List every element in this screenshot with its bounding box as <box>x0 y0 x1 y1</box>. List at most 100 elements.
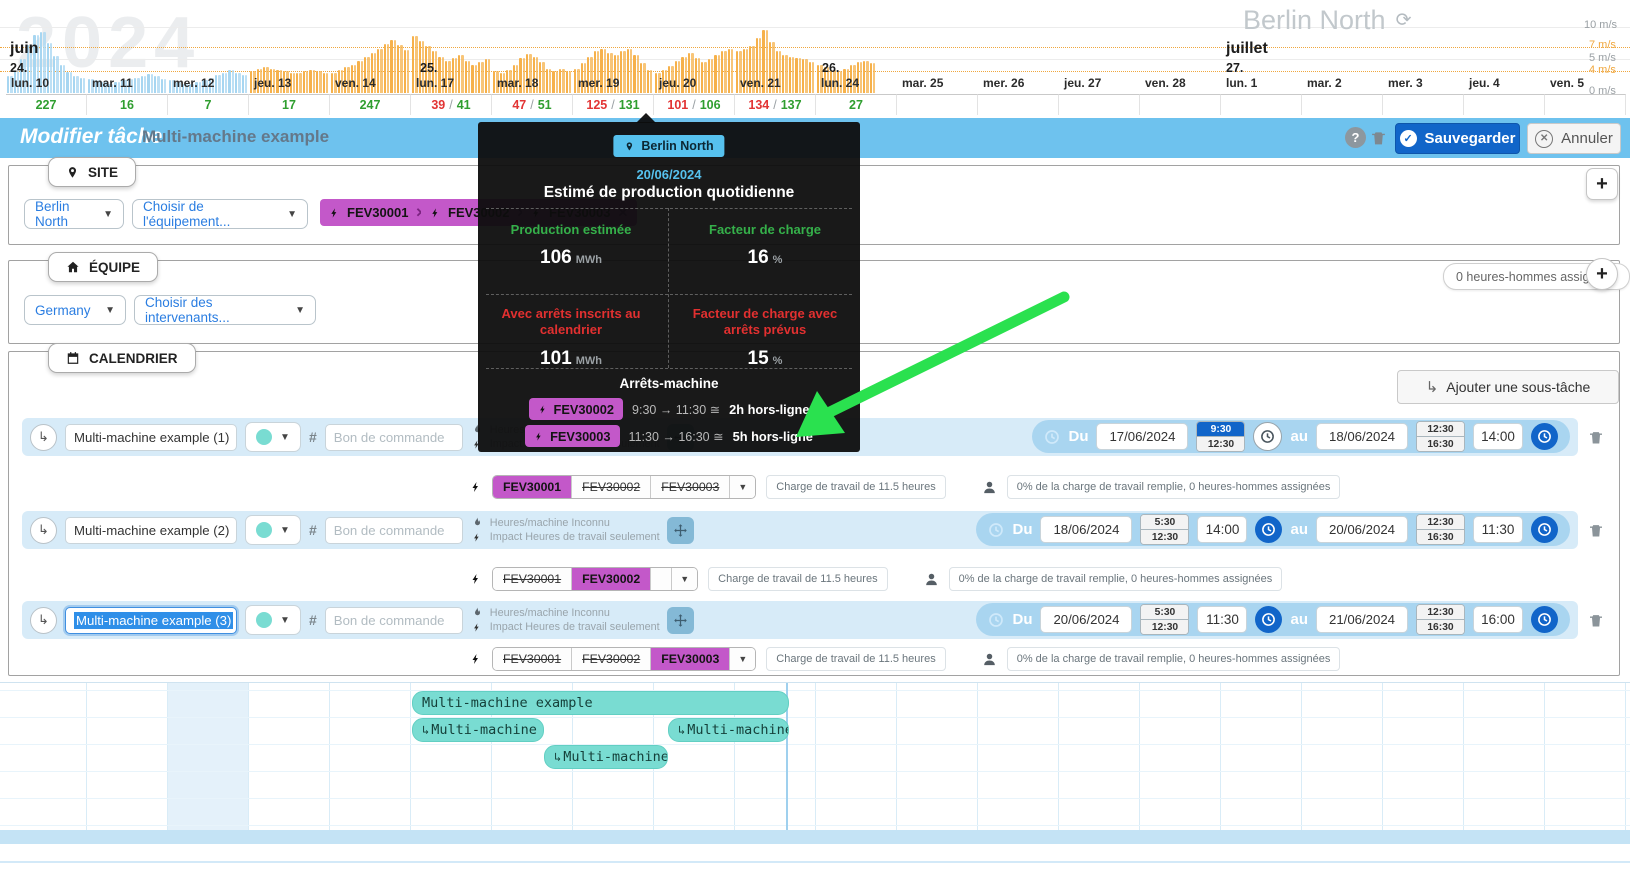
subtask-name-input[interactable]: Multi-machine example (2) <box>65 516 237 544</box>
start-date-input[interactable]: 18/06/2024 <box>1040 516 1133 543</box>
start-quick-times[interactable]: 5:30 12:30 <box>1140 514 1190 545</box>
machine-segment-fev30003[interactable] <box>651 568 673 590</box>
chart-day-column[interactable]: jeu. 20 101/106 <box>654 0 735 115</box>
end-quick-times[interactable]: 12:30 16:30 <box>1416 514 1465 545</box>
subtask-row-3: ↳ Multi-machine example (3) ▼ # Bon de c… <box>22 601 1578 639</box>
save-button[interactable]: ✓ Sauvegarder <box>1395 123 1520 154</box>
gantt-bar-subtask-1[interactable]: ↳ Multi-machine <box>412 718 544 742</box>
subtask-name-input[interactable]: Multi-machine example (1) <box>65 423 237 451</box>
delete-subtask-icon[interactable] <box>1588 612 1604 629</box>
machine-segment-fev30002[interactable]: FEV30002 <box>572 648 652 670</box>
chart-day-column[interactable]: ven. 14 247 <box>330 0 411 115</box>
end-quick-times[interactable]: 12:30 16:30 <box>1416 421 1465 452</box>
machine-stop-row: FEV30002 9:30 → 11:30 ≅ 2h hors-ligne <box>478 398 860 420</box>
lightning-icon <box>536 431 541 441</box>
team-add-button[interactable]: + <box>1586 258 1618 290</box>
color-select[interactable]: ▼ <box>245 605 301 635</box>
refresh-icon[interactable]: ⟳ <box>1396 9 1412 32</box>
machine-line-1: FEV30001 FEV30002 FEV30003 ▼ Charge de t… <box>470 474 1341 500</box>
machine-segment-fev30001[interactable]: FEV30001 <box>493 476 573 498</box>
day-label: mar. 11 <box>92 76 133 90</box>
purchase-order-input[interactable]: Bon de commande <box>324 516 463 544</box>
end-date-input[interactable]: 18/06/2024 <box>1316 423 1408 450</box>
daily-production-value: 16 <box>87 94 168 115</box>
machine-dropdown-caret[interactable]: ▼ <box>730 648 756 670</box>
chart-day-column[interactable]: ven. 21 134/137 <box>735 0 816 115</box>
from-label: Du <box>1068 428 1089 445</box>
chart-day-column[interactable]: jeu. 4 <box>1464 0 1545 115</box>
chart-day-column[interactable]: mer. 12 7 <box>168 0 249 115</box>
start-time-picker-button[interactable] <box>1253 422 1283 451</box>
end-time-picker-button[interactable] <box>1531 423 1558 450</box>
chart-day-column[interactable]: mer. 19 125/131 <box>573 0 654 115</box>
chart-day-column[interactable]: ven. 28 <box>1140 0 1221 115</box>
delete-subtask-icon[interactable] <box>1588 429 1604 446</box>
site-add-button[interactable]: + <box>1586 168 1618 200</box>
task-name-subtitle: Multi-machine example <box>142 127 330 146</box>
machine-segment-fev30001[interactable]: FEV30001 <box>493 568 573 590</box>
po-number-icon: # <box>309 429 317 445</box>
lightning-icon <box>472 482 478 492</box>
chart-day-column[interactable]: mar. 11 16 <box>87 0 168 115</box>
start-time-input[interactable]: 14:00 <box>1197 516 1248 543</box>
gantt-bar-subtask-2[interactable]: ↳ Multi-machine <box>544 745 668 769</box>
start-date-input[interactable]: 17/06/2024 <box>1096 423 1189 450</box>
chart-day-column[interactable]: lun. 24 27 <box>816 0 897 115</box>
color-select[interactable]: ▼ <box>245 422 301 452</box>
gantt-bar-parent-task[interactable]: Multi-machine example <box>412 691 789 715</box>
machine-tag-fev30001[interactable]: FEV30001✕ <box>320 199 436 226</box>
team-select[interactable]: Germany ▼ <box>24 295 126 325</box>
machine-segment-fev30002[interactable]: FEV30002 <box>572 568 652 590</box>
start-time-input[interactable]: 11:30 <box>1197 606 1248 633</box>
machine-segment-fev30003[interactable]: FEV30003 <box>651 648 731 670</box>
week-label-25: 25. <box>420 61 438 75</box>
delete-task-icon[interactable] <box>1370 129 1387 147</box>
move-handle-button[interactable] <box>666 606 694 634</box>
machine-segment-fev30002[interactable]: FEV30002 <box>572 476 652 498</box>
start-quick-times[interactable]: 9:30 12:30 <box>1196 421 1246 452</box>
chart-day-column[interactable]: jeu. 27 <box>1059 0 1140 115</box>
chart-day-column[interactable]: jeu. 13 17 <box>249 0 330 115</box>
equipment-select[interactable]: Choisir de l'équipement... ▼ <box>132 199 308 229</box>
site-select[interactable]: Berlin North ▼ <box>24 199 124 229</box>
chart-day-column[interactable]: mar. 25 <box>897 0 978 115</box>
location-pin-icon <box>626 141 633 150</box>
color-select[interactable]: ▼ <box>245 515 301 545</box>
machine-segment-fev30003[interactable]: FEV30003 <box>651 476 731 498</box>
day-label: ven. 14 <box>335 76 376 90</box>
start-time-picker-button[interactable] <box>1255 516 1283 543</box>
purchase-order-input[interactable]: Bon de commande <box>324 606 463 634</box>
daily-production-value: 134/137 <box>735 94 816 115</box>
machine-segment-fev30001[interactable]: FEV30001 <box>493 648 573 670</box>
subtask-name-input[interactable]: Multi-machine example (3) <box>65 606 237 634</box>
end-date-input[interactable]: 21/06/2024 <box>1316 606 1408 633</box>
machine-stop-row: FEV30003 11:30 → 16:30 ≅ 5h hors-ligne <box>478 425 860 447</box>
end-quick-times[interactable]: 12:30 16:30 <box>1416 604 1465 635</box>
cancel-button[interactable]: ✕ Annuler <box>1527 123 1621 154</box>
gantt-bar-subtask-3[interactable]: ↳ Multi-machine <box>668 718 789 742</box>
end-time-input[interactable]: 16:00 <box>1473 606 1523 633</box>
purchase-order-input[interactable]: Bon de commande <box>324 423 463 451</box>
chart-day-column[interactable]: lun. 17 39/41 <box>411 0 492 115</box>
chart-day-column[interactable]: mer. 26 <box>978 0 1059 115</box>
end-time-input[interactable]: 14:00 <box>1473 423 1523 450</box>
end-time-picker-button[interactable] <box>1531 606 1558 633</box>
people-select[interactable]: Choisir des intervenants... ▼ <box>134 295 316 325</box>
end-time-picker-button[interactable] <box>1531 516 1558 543</box>
start-quick-times[interactable]: 5:30 12:30 <box>1140 604 1190 635</box>
help-icon[interactable]: ? <box>1345 127 1366 148</box>
day-label: mer. 3 <box>1388 76 1423 90</box>
start-time-picker-button[interactable] <box>1255 606 1283 633</box>
chart-day-column[interactable]: mar. 18 47/51 <box>492 0 573 115</box>
end-date-input[interactable]: 20/06/2024 <box>1316 516 1408 543</box>
start-date-input[interactable]: 20/06/2024 <box>1040 606 1133 633</box>
move-handle-button[interactable] <box>666 516 694 544</box>
delete-subtask-icon[interactable] <box>1588 522 1604 539</box>
machine-dropdown-caret[interactable]: ▼ <box>672 568 698 590</box>
daily-production-value: 39/41 <box>411 94 492 115</box>
bottom-scroll-band[interactable] <box>0 830 1630 844</box>
station-title[interactable]: Berlin North ⟳ <box>1243 5 1411 36</box>
add-subtask-button[interactable]: ↳ Ajouter une sous-tâche <box>1397 370 1619 404</box>
machine-dropdown-caret[interactable]: ▼ <box>730 476 756 498</box>
end-time-input[interactable]: 11:30 <box>1473 516 1523 543</box>
